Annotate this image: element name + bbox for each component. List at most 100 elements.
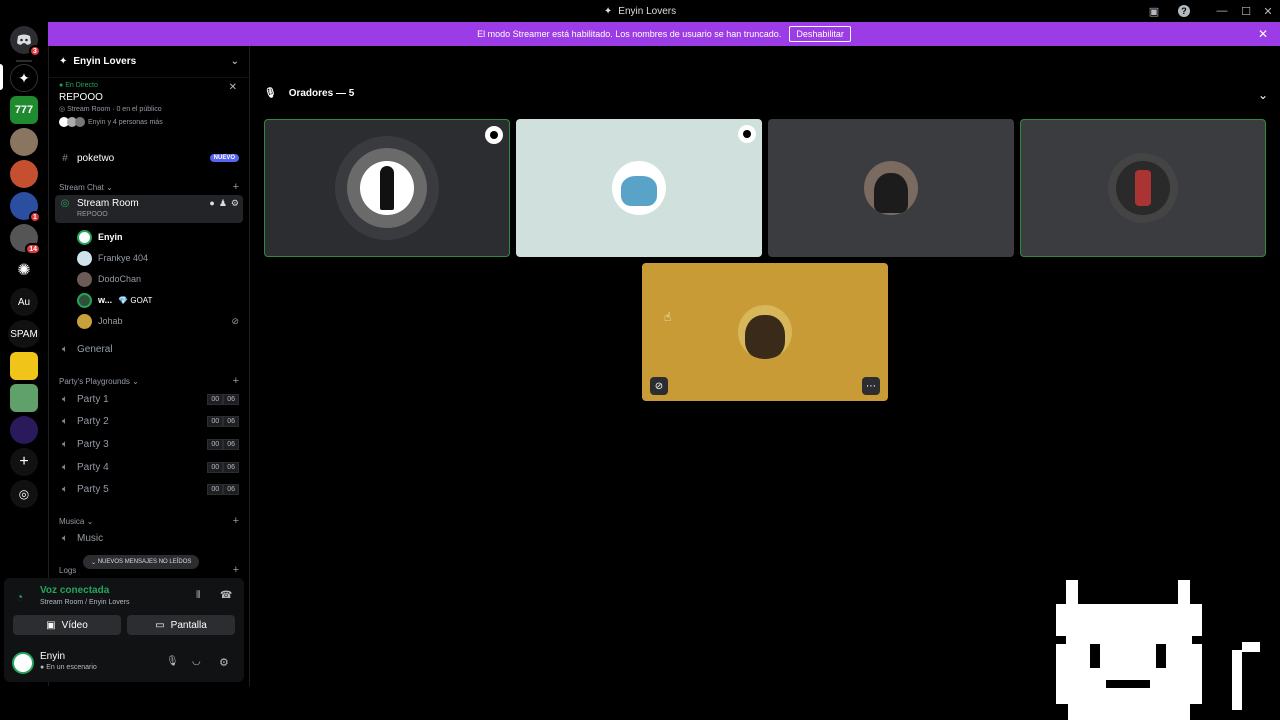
voice-location[interactable]: Stream Room / Enyin Lovers	[40, 599, 129, 606]
headphones-icon[interactable]: ◡	[192, 656, 201, 667]
more-options-icon[interactable]: ⋯	[862, 377, 880, 395]
help-icon[interactable]: ?	[1172, 0, 1196, 22]
minimize-button[interactable]: —	[1210, 0, 1234, 22]
noise-suppression-icon[interactable]: ⦀	[196, 590, 200, 601]
user-area[interactable]: Enyin ● En un escenario	[12, 650, 142, 676]
live-stage-card[interactable]: ● En Directo REPOOO ◎ Stream Room · 0 en…	[49, 78, 249, 131]
window-title: ✦ Enyin Lovers	[604, 6, 676, 17]
avatar	[12, 652, 34, 674]
chat-icon[interactable]: ●	[209, 198, 214, 209]
speaker-tile[interactable]	[1020, 119, 1266, 257]
channel-music[interactable]: 🔈︎ Music	[55, 528, 243, 548]
server-icon[interactable]: 1	[10, 192, 41, 223]
channel-stream-room[interactable]: ◎ Stream Room REPOOO ● ♟ ⚙	[55, 195, 243, 223]
server-label: 777	[14, 104, 34, 116]
video-button[interactable]: ▣ Vídeo	[13, 615, 121, 635]
add-server-icon[interactable]: +	[10, 448, 38, 476]
active-server-pill	[0, 64, 3, 90]
user-limit: 00 06	[207, 393, 239, 405]
member-name: Enyin	[98, 232, 123, 242]
add-user-icon[interactable]: ♟	[219, 198, 227, 209]
add-channel-icon[interactable]: +	[233, 181, 239, 193]
server-777-icon[interactable]: 777	[10, 96, 38, 124]
server-au-icon[interactable]: Au	[10, 288, 38, 316]
inbox-icon[interactable]: ▣	[1142, 0, 1166, 22]
channel-poketwo[interactable]: # poketwo NUEVO	[55, 148, 243, 168]
speaker-tile[interactable]	[264, 119, 510, 257]
member-item[interactable]: DodoChan	[77, 269, 239, 289]
moderator-badge-icon	[738, 125, 756, 143]
microphone-icon[interactable]: 🎙︎	[166, 656, 179, 667]
channel-general[interactable]: 🔈︎ General	[55, 339, 243, 359]
server-spam-icon[interactable]: SPAM	[8, 320, 40, 348]
speaker-tile[interactable]	[516, 119, 762, 257]
disconnect-icon[interactable]: ☎	[220, 590, 232, 601]
server-enyin-lovers-icon[interactable]: ✦	[10, 64, 38, 92]
server-icon[interactable]	[10, 160, 38, 188]
screen-share-button[interactable]: ▭ Pantalla	[127, 615, 235, 635]
speaker-tile[interactable]: ⊘ ⋯	[642, 263, 888, 401]
user-name: Enyin	[40, 651, 66, 662]
category-playgrounds[interactable]: Party's Playgrounds ⌄ +	[59, 375, 239, 387]
close-icon[interactable]: ✕	[229, 82, 237, 93]
category-label: Logs	[59, 565, 77, 575]
hash-icon: #	[62, 152, 68, 164]
add-channel-icon[interactable]: +	[233, 375, 239, 387]
speaker-tile[interactable]	[768, 119, 1014, 257]
voice-status[interactable]: Voz conectada	[40, 585, 109, 596]
muted-mic-icon: ⊘	[231, 315, 239, 326]
user-limit: 00 06	[207, 438, 239, 450]
muted-mic-icon: ⊘	[650, 377, 668, 395]
discord-home-icon[interactable]: 3	[10, 26, 41, 57]
member-item[interactable]: w... 💎 GOAT	[77, 290, 239, 310]
server-header[interactable]: ✦ Enyin Lovers ⌄	[49, 46, 249, 78]
channel-party-5[interactable]: 🔈︎ Party 5 00 06	[55, 479, 243, 499]
pixel-cat-overlay	[1056, 580, 1260, 720]
close-icon[interactable]: ✕	[1258, 27, 1268, 41]
voice-panel: ◔ Voz conectada Stream Room / Enyin Love…	[4, 578, 244, 682]
category-musica[interactable]: Musica ⌄ +	[59, 515, 239, 527]
channel-party-4[interactable]: 🔈︎ Party 4 00 06	[55, 457, 243, 477]
channel-party-1[interactable]: 🔈︎ Party 1 00 06	[55, 389, 243, 409]
maximize-button[interactable]: ☐	[1234, 0, 1258, 22]
user-status: ● En un escenario	[40, 664, 97, 671]
chevron-down-icon[interactable]: ⌄	[1258, 88, 1268, 102]
server-icon[interactable]	[10, 384, 38, 412]
avatar	[77, 292, 92, 308]
category-label: Stream Chat	[59, 182, 104, 192]
channel-label: Music	[77, 532, 104, 544]
close-window-button[interactable]: ✕	[1256, 0, 1280, 22]
user-limit: 00 06	[207, 415, 239, 427]
unread-messages-pill[interactable]: ⌄ NUEVOS MENSAJES NO LEÍDOS	[83, 555, 200, 569]
server-icon[interactable]	[10, 128, 38, 156]
channel-label: poketwo	[77, 152, 115, 164]
member-name: w...	[98, 295, 113, 305]
member-item[interactable]: Frankye 404	[77, 248, 239, 268]
disable-streamer-button[interactable]: Deshabilitar	[789, 26, 851, 42]
avatar	[77, 250, 92, 266]
gear-icon[interactable]: ⚙	[219, 656, 229, 669]
gear-icon[interactable]: ⚙	[231, 198, 239, 209]
channel-label: Party 5	[77, 483, 109, 495]
server-icon[interactable]: 14	[10, 224, 41, 255]
unread-label: NUEVOS MENSAJES NO LEÍDOS	[97, 559, 192, 565]
member-item[interactable]: Johab ⊘	[77, 311, 239, 331]
category-label: Musica	[59, 516, 85, 526]
audience-row: Enyin y 4 personas más	[59, 117, 239, 127]
channel-label: Stream Room	[77, 198, 139, 209]
channel-party-2[interactable]: 🔈︎ Party 2 00 06	[55, 411, 243, 431]
member-item[interactable]: Enyin	[77, 227, 239, 247]
stage-name: REPOOO	[59, 92, 103, 103]
server-icon[interactable]	[10, 416, 38, 444]
channel-party-3[interactable]: 🔈︎ Party 3 00 06	[55, 434, 243, 454]
server-icon[interactable]: ✺	[10, 256, 38, 284]
server-icon[interactable]	[10, 352, 38, 380]
explore-icon[interactable]: ◎	[10, 480, 38, 508]
add-channel-icon[interactable]: +	[233, 564, 239, 576]
category-stream-chat[interactable]: Stream Chat ⌄ +	[59, 181, 239, 193]
banner-text: El modo Streamer está habilitado. Los no…	[477, 29, 782, 39]
stage-icon: ◎	[60, 198, 70, 209]
channel-label: Party 2	[77, 415, 109, 427]
add-channel-icon[interactable]: +	[233, 515, 239, 527]
category-label: Party's Playgrounds	[59, 376, 130, 386]
